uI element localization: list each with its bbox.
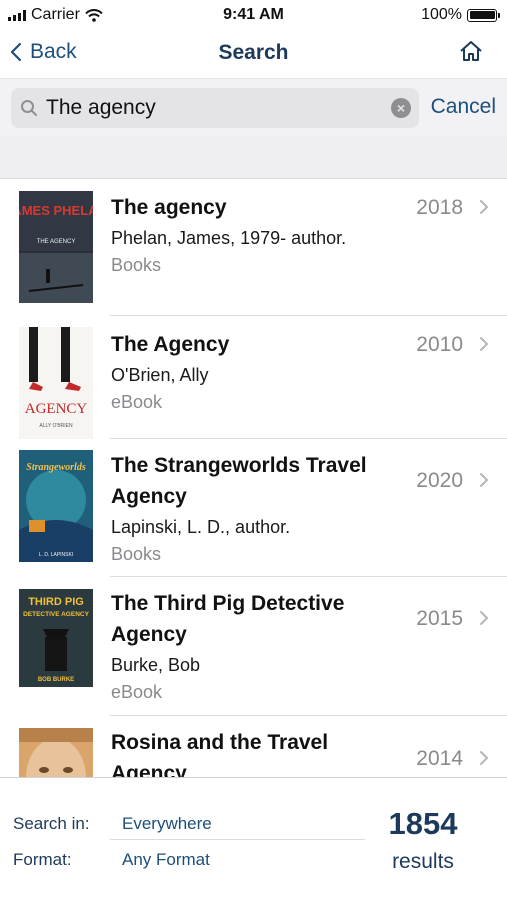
battery-icon — [467, 8, 500, 22]
cover-title-text: AGENCY — [25, 401, 88, 417]
list-item[interactable]: JAMES PHELAN THE AGENCY The agency Phela… — [0, 179, 507, 316]
result-count: 1854 — [388, 806, 458, 841]
book-cover: Strangeworlds L. D. LAPINSKI — [19, 450, 93, 562]
cover-subtitle-text: THE AGENCY — [37, 239, 76, 245]
result-title: The Strangeworlds Travel Agency — [111, 454, 367, 508]
result-author: Lapinski, L. D., author. — [111, 517, 291, 537]
search-icon — [21, 100, 37, 116]
cover-subtitle-text: DETECTIVE AGENCY — [23, 611, 90, 618]
page-title: Search — [218, 41, 289, 64]
book-cover: JAMES PHELAN THE AGENCY — [19, 191, 93, 303]
cover-title-text: Strangeworlds — [26, 462, 86, 473]
result-author: Burke, Bob — [111, 655, 201, 675]
cover-author-text: BOB BURKE — [38, 677, 74, 683]
result-title: The Agency — [111, 333, 230, 356]
search-bar: × Cancel — [0, 78, 507, 137]
list-item[interactable]: Strangeworlds L. D. LAPINSKI The Strange… — [0, 439, 507, 577]
format-selector[interactable]: Any Format — [122, 850, 210, 870]
result-author: Phelan, James, 1979- author. — [111, 228, 347, 248]
chevron-right-icon — [480, 473, 489, 487]
section-spacer — [0, 136, 507, 179]
cover-subtitle-text: L. D. LAPINSKI — [39, 552, 73, 558]
cover-title-text: THIRD PIG — [28, 596, 84, 608]
battery-percent: 100% — [421, 6, 462, 23]
book-cover: THIRD PIG DETECTIVE AGENCY BOB BURKE — [19, 589, 93, 687]
result-info: The agency Phelan, James, 1979- author. … — [111, 192, 397, 279]
battery-indicator: 100% — [421, 6, 500, 24]
chevron-right-icon — [480, 611, 489, 625]
cover-title-text: JAMES PHELAN — [19, 203, 93, 218]
search-field[interactable]: × — [11, 88, 419, 128]
status-bar: Carrier 9:41 AM 100% — [0, 0, 507, 30]
result-info: The Agency O'Brien, Ally eBook — [111, 329, 397, 416]
chevron-right-icon — [480, 337, 489, 351]
result-count-label: results — [392, 850, 454, 873]
chevron-right-icon — [480, 751, 489, 765]
result-format: eBook — [111, 392, 163, 412]
result-info: Rosina and the Travel Agency — [111, 727, 397, 777]
result-format: eBook — [111, 682, 163, 702]
format-label: Format: — [13, 850, 72, 869]
result-title: Rosina and the Travel Agency — [111, 731, 329, 777]
results-list[interactable]: JAMES PHELAN THE AGENCY The agency Phela… — [0, 179, 507, 777]
list-item[interactable]: AGENCY ALLY O'BRIEN The Agency O'Brien, … — [0, 316, 507, 439]
search-in-selector[interactable]: Everywhere — [122, 814, 212, 834]
result-year: 2020 — [416, 469, 463, 492]
book-cover — [19, 728, 93, 777]
list-item[interactable]: Rosina and the Travel Agency 2014 — [0, 716, 507, 777]
result-format: Books — [111, 255, 162, 275]
result-year: 2014 — [416, 747, 463, 770]
result-author: O'Brien, Ally — [111, 365, 209, 385]
search-summary-footer: Search in: Everywhere Format: Any Format… — [0, 777, 507, 901]
book-cover: AGENCY ALLY O'BRIEN — [19, 327, 93, 439]
navigation-bar: Back Search — [0, 30, 507, 76]
result-info: The Strangeworlds Travel Agency Lapinski… — [111, 450, 397, 568]
footer-divider — [110, 839, 365, 840]
result-info: The Third Pig Detective Agency Burke, Bo… — [111, 588, 397, 706]
cover-subtitle-text: ALLY O'BRIEN — [39, 423, 73, 429]
chevron-right-icon — [480, 200, 489, 214]
result-format: Books — [111, 544, 162, 564]
result-title: The agency — [111, 196, 227, 219]
result-year: 2018 — [416, 196, 463, 219]
search-input[interactable] — [46, 96, 376, 120]
home-icon — [460, 41, 482, 61]
search-in-label: Search in: — [13, 814, 90, 833]
list-item[interactable]: THIRD PIG DETECTIVE AGENCY BOB BURKE The… — [0, 577, 507, 716]
clear-search-icon[interactable]: × — [391, 98, 411, 118]
result-year: 2010 — [416, 333, 463, 356]
result-title: The Third Pig Detective Agency — [111, 592, 345, 646]
cancel-button[interactable]: Cancel — [431, 95, 496, 119]
home-button[interactable] — [459, 40, 483, 67]
result-year: 2015 — [416, 607, 463, 630]
